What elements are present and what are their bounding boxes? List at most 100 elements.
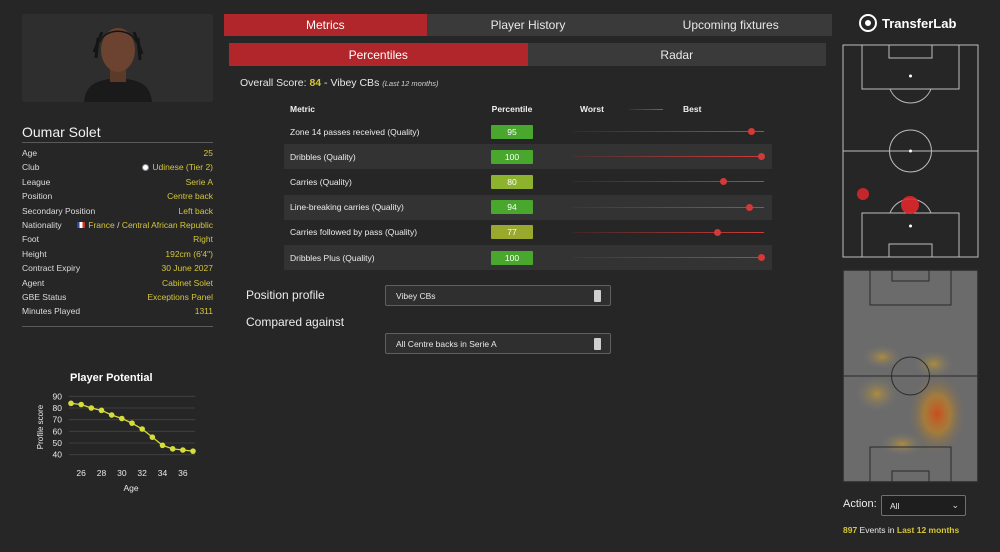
info-key: League xyxy=(22,176,51,187)
scale-line xyxy=(573,206,764,208)
potential-point xyxy=(119,415,125,422)
france-flag-icon xyxy=(77,221,86,228)
nationality-a: France xyxy=(88,219,115,230)
select-handle-icon xyxy=(594,338,601,350)
potential-point xyxy=(149,434,156,440)
tab-player-history[interactable]: Player History xyxy=(426,14,630,36)
divider xyxy=(22,326,213,327)
info-key: Secondary Position xyxy=(22,205,96,216)
info-value: Right xyxy=(193,234,213,245)
action-label: Action: xyxy=(843,498,877,510)
tab-radar[interactable]: Radar xyxy=(527,43,826,66)
table-row: Dribbles (Quality) 100 xyxy=(284,144,772,170)
table-row: Carries followed by pass (Quality) 77 xyxy=(284,220,772,245)
position-profile-select[interactable]: Vibey CBs xyxy=(385,285,611,306)
percentile-scale xyxy=(555,245,772,270)
events-count: 897 xyxy=(843,525,858,535)
percentile-cell: 77 xyxy=(469,225,555,240)
percentile-scale xyxy=(555,119,772,144)
table-row: Zone 14 passes received (Quality) 95 xyxy=(284,119,772,144)
brand-logo: TransferLab xyxy=(859,14,956,32)
table-header: Metric Percentile Worst Best xyxy=(284,99,772,119)
info-value: Serie A xyxy=(185,176,213,187)
player-name: Oumar Solet xyxy=(22,124,101,140)
percentile-badge: 77 xyxy=(491,225,533,240)
percentile-cell: 100 xyxy=(469,250,555,265)
info-key: GBE Status xyxy=(22,291,67,302)
x-tick-label: 30 xyxy=(117,468,127,478)
club-badge-icon xyxy=(142,164,150,172)
info-value: Cabinet Solet xyxy=(161,277,213,288)
metric-name: Line-breaking carries (Quality) xyxy=(290,202,404,213)
events-text: Events in xyxy=(857,525,897,535)
info-row-club: Club Udinese (Tier 2) xyxy=(22,160,213,174)
potential-point xyxy=(139,426,145,432)
potential-point xyxy=(88,405,95,411)
compared-against-select[interactable]: All Centre backs in Serie A xyxy=(385,333,611,354)
percentile-scale xyxy=(555,220,772,245)
info-row-gbe: GBE Status Exceptions Panel xyxy=(22,290,213,304)
nationality-sep: / xyxy=(114,219,122,230)
select-handle-icon xyxy=(594,290,601,302)
divider xyxy=(22,142,213,143)
info-row-age: Age 25 xyxy=(22,146,213,160)
table-row: Line-breaking carries (Quality) 94 xyxy=(284,194,772,220)
overall-label: Overall Score: xyxy=(240,77,307,89)
potential-chart: 908070605040 26 28 30 32 34 36 Profile score … xyxy=(36,391,196,493)
metric-name: Zone 14 passes received (Quality) xyxy=(290,126,420,137)
info-key: Club xyxy=(22,162,40,173)
potential-chart-title: Player Potential xyxy=(70,372,153,384)
percentile-table: Metric Percentile Worst Best Zone 14 pas… xyxy=(284,99,772,271)
info-key: Agent xyxy=(22,277,45,288)
info-key: Contract Expiry xyxy=(22,263,81,274)
x-tick-label: 36 xyxy=(178,468,188,478)
potential-point xyxy=(159,442,166,449)
info-key: Height xyxy=(22,248,47,259)
percentile-marker xyxy=(719,178,727,186)
potential-series-line xyxy=(70,402,194,452)
info-row-nationality: Nationality France / Central African Repu… xyxy=(22,218,213,232)
info-value: 30 June 2027 xyxy=(161,263,213,274)
scale-line xyxy=(573,156,764,158)
potential-point xyxy=(129,420,135,426)
percentile-marker xyxy=(748,128,756,135)
x-tick-label: 26 xyxy=(76,468,86,478)
info-value: Centre back xyxy=(167,191,213,202)
player-info: Age 25 Club Udinese (Tier 2) League Serie A… xyxy=(22,146,213,319)
tab-percentiles[interactable]: Percentiles xyxy=(229,43,528,66)
tab-metrics[interactable]: Metrics xyxy=(224,14,427,36)
percentile-cell: 80 xyxy=(469,174,555,189)
overall-period: (Last 12 months) xyxy=(382,79,439,88)
info-row-position: Position Centre back xyxy=(22,189,213,203)
potential-point xyxy=(98,407,105,414)
info-value: 1311 xyxy=(194,306,213,317)
chevron-down-icon: ⌄ xyxy=(951,500,959,510)
compared-against-value: All Centre backs in Serie A xyxy=(396,338,497,349)
percentile-badge: 94 xyxy=(491,200,533,215)
metric-name: Dribbles (Quality) xyxy=(290,151,356,162)
percentile-marker xyxy=(757,253,765,261)
potential-y-axis-label: Profile score xyxy=(36,404,45,449)
info-key: Nationality xyxy=(22,219,62,230)
tab-upcoming-fixtures[interactable]: Upcoming fixtures xyxy=(629,14,833,36)
scale-line xyxy=(573,131,764,132)
info-key: Age xyxy=(22,148,38,158)
percentile-marker xyxy=(714,228,722,236)
potential-point xyxy=(108,412,115,418)
info-row-agent: Agent Cabinet Solet xyxy=(22,276,213,290)
club-name[interactable]: Udinese (Tier 2) xyxy=(152,162,213,172)
overall-profile: Vibey CBs xyxy=(330,77,380,89)
action-select[interactable]: All ⌄ xyxy=(881,495,966,516)
header-best: Best xyxy=(683,104,702,114)
percentile-marker xyxy=(746,203,754,211)
metric-name: Dribbles Plus (Quality) xyxy=(290,252,375,263)
percentile-badge: 100 xyxy=(491,250,533,265)
potential-point xyxy=(169,446,176,452)
percentile-scale xyxy=(555,195,772,220)
y-tick-label: 80 xyxy=(53,403,63,413)
table-row: Carries (Quality) 80 xyxy=(284,169,772,194)
header-percentile: Percentile xyxy=(491,104,533,114)
info-row-league: League Serie A xyxy=(22,175,213,189)
info-value: 25 xyxy=(203,148,213,158)
info-value-club[interactable]: Udinese (Tier 2) xyxy=(142,160,213,174)
